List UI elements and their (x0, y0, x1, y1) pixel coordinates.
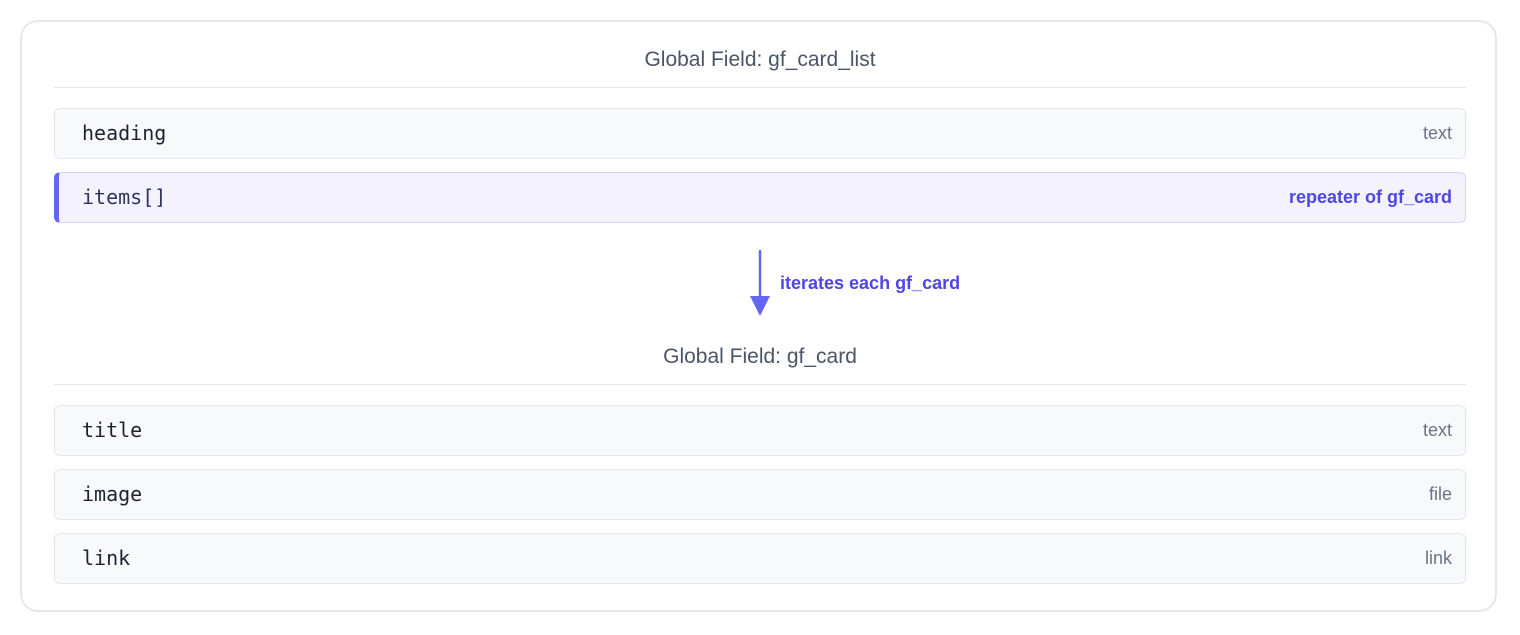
field-row-heading: heading text (54, 108, 1466, 159)
field-name: heading (82, 121, 167, 145)
child-field-title: Global Field: gf_card (663, 345, 857, 368)
field-name: items[] (82, 185, 167, 209)
field-type: text (1422, 420, 1452, 440)
field-row-items: items[] repeater of gf_card (54, 172, 1466, 223)
iterates-arrow-icon (750, 250, 770, 316)
field-row-title: title text (54, 405, 1466, 456)
field-name: link (82, 546, 131, 570)
field-name: image (82, 482, 143, 506)
field-row-link: link link (54, 533, 1466, 584)
field-type: text (1422, 123, 1452, 143)
field-type: repeater of gf_card (1288, 187, 1452, 207)
relation-label: iterates each gf_card (780, 273, 961, 293)
parent-title-divider (54, 87, 1466, 88)
parent-field-title: Global Field: gf_card_list (644, 48, 876, 71)
field-type: file (1428, 484, 1452, 504)
child-title-divider (54, 384, 1466, 385)
field-type: link (1424, 548, 1452, 568)
field-name: title (82, 418, 143, 442)
field-row-image: image file (54, 469, 1466, 520)
